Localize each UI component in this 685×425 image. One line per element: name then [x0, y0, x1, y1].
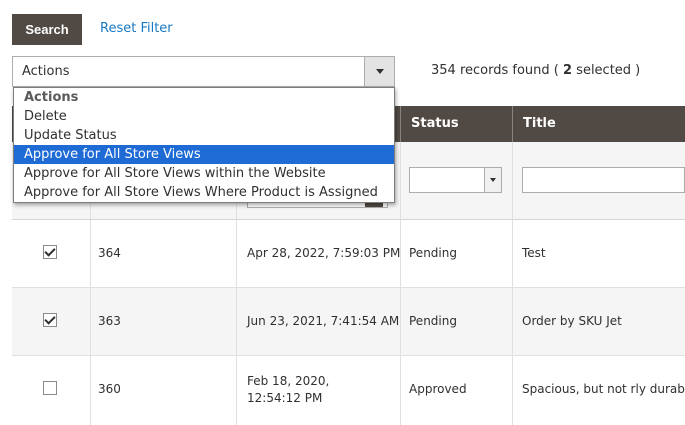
column-header-status[interactable]: Status	[400, 106, 512, 142]
selected-count: 2	[562, 63, 573, 78]
actions-select-toggle[interactable]	[364, 57, 394, 86]
row-date: Apr 28, 2022, 7:59:03 PM	[247, 246, 401, 260]
title-filter-input[interactable]	[522, 167, 685, 193]
actions-group-label: Actions	[24, 90, 79, 105]
row-status: Pending	[409, 246, 457, 260]
row-checkbox[interactable]	[43, 313, 57, 327]
row-title: Order by SKU Jet	[522, 314, 622, 328]
action-option-approve-website[interactable]: Approve for All Store Views within the W…	[14, 164, 394, 183]
reset-filter-link[interactable]: Reset Filter	[100, 21, 173, 36]
action-option-delete[interactable]: Delete	[14, 107, 394, 126]
chevron-down-icon	[376, 69, 384, 74]
action-option-update-status[interactable]: Update Status	[14, 126, 394, 145]
row-checkbox[interactable]	[43, 245, 57, 259]
actions-dropdown-list: Actions Delete Update Status Approve for…	[13, 87, 395, 203]
actions-select[interactable]: Actions	[12, 56, 395, 87]
row-title: Spacious, but not rly durable	[522, 382, 685, 396]
search-button[interactable]: Search	[12, 14, 82, 45]
selected-text: selected )	[576, 63, 641, 78]
row-title: Test	[522, 246, 546, 260]
actions-select-value: Actions	[22, 64, 70, 79]
row-id: 360	[98, 382, 121, 396]
status-filter-toggle[interactable]	[484, 168, 501, 192]
status-filter-select[interactable]	[409, 167, 502, 193]
action-option-approve-product-assigned[interactable]: Approve for All Store Views Where Produc…	[14, 183, 394, 202]
row-status: Pending	[409, 314, 457, 328]
row-status: Approved	[409, 382, 467, 396]
records-count: 354 records found ( 2 selected )	[431, 63, 640, 78]
action-option-approve-all-store-views[interactable]: Approve for All Store Views	[14, 145, 394, 164]
records-found-text: 354 records found (	[431, 63, 559, 78]
table-row[interactable]: 363 Jun 23, 2021, 7:41:54 AM Pending Ord…	[12, 288, 685, 356]
row-date-time: 12:54:12 PM	[247, 391, 323, 405]
table-row[interactable]: 364 Apr 28, 2022, 7:59:03 PM Pending Tes…	[12, 220, 685, 288]
table-row[interactable]: 360 Feb 18, 2020, 12:54:12 PM Approved S…	[12, 356, 685, 425]
row-id: 363	[98, 314, 121, 328]
chevron-down-icon	[490, 178, 496, 182]
column-header-title[interactable]: Title	[512, 106, 685, 142]
row-id: 364	[98, 246, 121, 260]
row-date: Jun 23, 2021, 7:41:54 AM	[247, 314, 400, 328]
row-checkbox[interactable]	[43, 381, 57, 395]
row-date: Feb 18, 2020,	[247, 374, 330, 388]
